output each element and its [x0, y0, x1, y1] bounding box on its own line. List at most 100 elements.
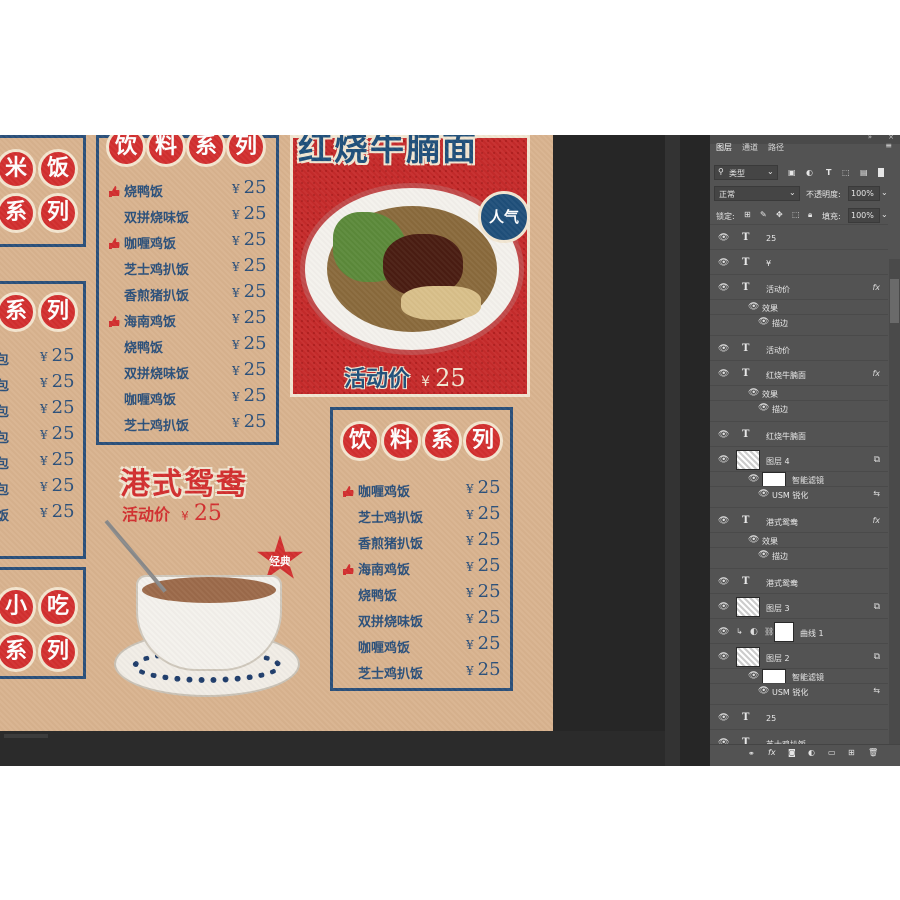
poster-canvas[interactable]: 米 饭 系 列 系 列 包 ¥25 包 ¥25 包 ¥25 包 ¥25 包 ¥25 包 ¥25 饭 ¥25… — [0, 135, 553, 731]
layer-effect-row[interactable]: 👁︎ 智能滤镜 — [710, 668, 888, 684]
layer-effect-row[interactable]: 👁︎ 描边 — [710, 314, 888, 329]
layer-name[interactable]: 25 — [766, 714, 776, 723]
horizontal-scrollbar[interactable] — [0, 731, 665, 766]
layers-scrollbar[interactable] — [889, 259, 900, 749]
layer-name[interactable]: 港式鸳鸯 — [766, 578, 798, 589]
lock-artboard-icon[interactable]: ⬚ — [792, 210, 800, 219]
layer-name[interactable]: ¥ — [766, 259, 771, 268]
layer-name[interactable]: 活动价 — [766, 345, 790, 356]
layer-name[interactable]: 图层 2 — [766, 653, 790, 664]
visibility-eye-icon[interactable]: 👁︎ — [718, 344, 729, 354]
effect-name[interactable]: USM 锐化 — [772, 490, 808, 501]
layer-row[interactable]: 👁︎ ↳ ◐ ⛓︎ 曲线 1 — [710, 618, 888, 643]
lock-move-icon[interactable]: ✥ — [776, 210, 783, 219]
effect-name[interactable]: USM 锐化 — [772, 687, 808, 698]
lock-all-icon[interactable]: 🔒︎ — [808, 210, 812, 220]
layer-effect-row[interactable]: 👁︎ 效果 — [710, 532, 888, 547]
layer-filter-select[interactable]: ⚲ 类型 ⌄ — [714, 165, 778, 180]
layer-row[interactable]: 👁︎ T 港式鸳鸯 fx — [710, 507, 888, 532]
new-group-icon[interactable]: ▭ — [828, 748, 836, 757]
layer-effect-row[interactable]: 👁︎ 效果 — [710, 299, 888, 314]
effect-name[interactable]: 效果 — [762, 389, 778, 400]
tab-layers[interactable]: 图层 — [716, 142, 732, 153]
effect-name[interactable]: 描边 — [772, 551, 788, 562]
trash-icon[interactable]: 🗑︎ — [868, 748, 878, 757]
visibility-eye-icon[interactable]: 👁︎ — [758, 686, 769, 696]
panel-collapse-bar[interactable]: » × — [710, 135, 900, 144]
visibility-eye-icon[interactable]: 👁︎ — [718, 602, 729, 612]
effect-name[interactable]: 智能滤镜 — [792, 672, 824, 683]
horizontal-scroll-thumb[interactable] — [4, 734, 48, 738]
layer-effect-row[interactable]: 👁︎ 描边 — [710, 400, 888, 415]
layer-effect-row[interactable]: 👁︎ 效果 — [710, 385, 888, 400]
effect-name[interactable]: 效果 — [762, 303, 778, 314]
layer-name[interactable]: 25 — [766, 234, 776, 243]
layer-row[interactable]: 👁︎ 图层 4 ⧉ — [710, 446, 888, 471]
panel-menu-icon[interactable]: ≡ — [885, 141, 892, 150]
lock-transparent-icon[interactable]: ⊞ — [744, 210, 751, 219]
visibility-eye-icon[interactable]: 👁︎ — [748, 535, 759, 545]
layer-fx-icon[interactable]: fx — [872, 369, 880, 378]
fill-input[interactable]: 100% — [848, 208, 880, 223]
visibility-eye-icon[interactable]: 👁︎ — [758, 489, 769, 499]
layer-row[interactable]: 👁︎ T 25 — [710, 224, 888, 249]
layer-name[interactable]: 红烧牛腩面 — [766, 370, 806, 381]
layer-effect-row[interactable]: 👁︎ USM 锐化 ⇆ — [710, 683, 888, 698]
layer-row[interactable]: 👁︎ T 红烧牛腩面 — [710, 421, 888, 446]
layer-row[interactable]: 👁︎ 图层 3 ⧉ — [710, 593, 888, 618]
visibility-eye-icon[interactable]: 👁︎ — [748, 302, 759, 312]
visibility-eye-icon[interactable]: 👁︎ — [718, 233, 729, 243]
tab-channels[interactable]: 通道 — [742, 142, 758, 153]
layer-style-icon[interactable]: fx — [768, 748, 776, 757]
effect-name[interactable]: 智能滤镜 — [792, 475, 824, 486]
effect-name[interactable]: 描边 — [772, 404, 788, 415]
collapse-icon[interactable]: » — [868, 135, 872, 141]
filter-adjustment-icon[interactable]: ◐ — [806, 168, 813, 177]
layer-name[interactable]: 图层 4 — [766, 456, 790, 467]
chevron-down-icon[interactable]: ⌄ — [881, 188, 888, 197]
chevron-down-icon[interactable]: ⌄ — [881, 210, 888, 219]
layer-row[interactable]: 👁︎ T 25 — [710, 704, 888, 729]
layer-row[interactable]: 👁︎ T ¥ — [710, 249, 888, 274]
visibility-eye-icon[interactable]: 👁︎ — [718, 283, 729, 293]
filter-smart-icon[interactable]: ▤ — [860, 168, 868, 177]
new-layer-icon[interactable]: ⊞ — [848, 748, 855, 757]
visibility-eye-icon[interactable]: 👁︎ — [718, 258, 729, 268]
visibility-eye-icon[interactable]: 👁︎ — [718, 516, 729, 526]
layer-effect-row[interactable]: 👁︎ 智能滤镜 — [710, 471, 888, 487]
visibility-eye-icon[interactable]: 👁︎ — [718, 713, 729, 723]
tab-paths[interactable]: 路径 — [768, 142, 784, 153]
effect-name[interactable]: 效果 — [762, 536, 778, 547]
layers-scroll-thumb[interactable] — [890, 279, 899, 323]
layer-name[interactable]: 曲线 1 — [800, 628, 824, 639]
layer-row[interactable]: 👁︎ T 港式鸳鸯 — [710, 568, 888, 593]
filter-options-icon[interactable]: ⇆ — [873, 686, 880, 695]
visibility-eye-icon[interactable]: 👁︎ — [718, 627, 729, 637]
layer-row[interactable]: 👁︎ T 活动价 — [710, 335, 888, 360]
layer-name[interactable]: 红烧牛腩面 — [766, 431, 806, 442]
layer-name[interactable]: 图层 3 — [766, 603, 790, 614]
layer-fx-icon[interactable]: fx — [872, 283, 880, 292]
layer-name[interactable]: 活动价 — [766, 284, 790, 295]
layer-fx-icon[interactable]: fx — [872, 516, 880, 525]
visibility-eye-icon[interactable]: 👁︎ — [758, 550, 769, 560]
filter-toggle[interactable] — [878, 168, 884, 177]
lock-brush-icon[interactable]: ✎ — [760, 210, 767, 219]
visibility-eye-icon[interactable]: 👁︎ — [718, 430, 729, 440]
opacity-input[interactable]: 100% — [848, 186, 880, 201]
filter-pixel-icon[interactable]: ▣ — [788, 168, 796, 177]
filter-options-icon[interactable]: ⇆ — [873, 489, 880, 498]
adjustment-layer-icon[interactable]: ◐ — [808, 748, 815, 757]
layer-effect-row[interactable]: 👁︎ USM 锐化 ⇆ — [710, 486, 888, 501]
visibility-eye-icon[interactable]: 👁︎ — [718, 455, 729, 465]
layer-name[interactable]: 港式鸳鸯 — [766, 517, 798, 528]
visibility-eye-icon[interactable]: 👁︎ — [758, 403, 769, 413]
filter-shape-icon[interactable]: ⬚ — [842, 168, 850, 177]
visibility-eye-icon[interactable]: 👁︎ — [748, 474, 759, 484]
visibility-eye-icon[interactable]: 👁︎ — [718, 577, 729, 587]
filter-type-icon[interactable]: T — [826, 168, 831, 177]
layer-effect-row[interactable]: 👁︎ 描边 — [710, 547, 888, 562]
visibility-eye-icon[interactable]: 👁︎ — [758, 317, 769, 327]
visibility-eye-icon[interactable]: 👁︎ — [748, 388, 759, 398]
blend-mode-select[interactable]: 正常 ⌄ — [714, 186, 800, 201]
